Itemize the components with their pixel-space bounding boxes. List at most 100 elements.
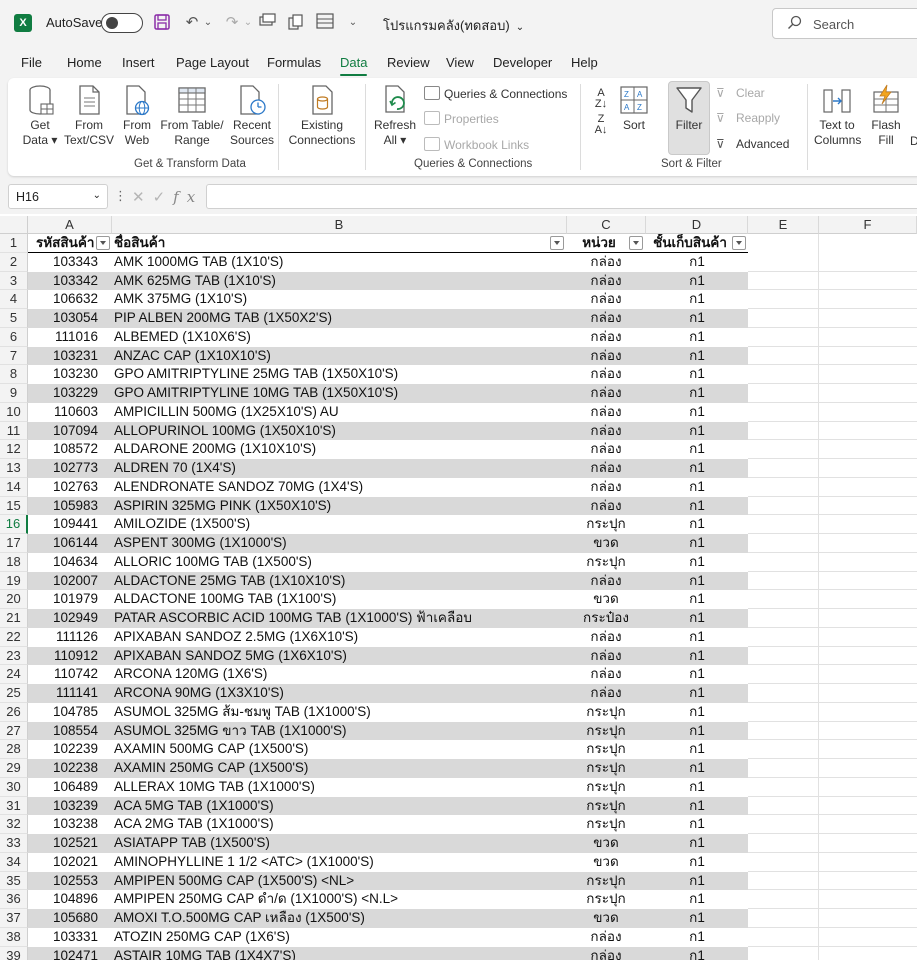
cell-unit[interactable]: กล่อง — [567, 253, 645, 272]
row-header[interactable]: 2 — [0, 252, 28, 272]
row-header[interactable]: 27 — [0, 721, 28, 741]
name-box[interactable]: H16 ⌄ — [8, 184, 108, 209]
cell-unit[interactable]: กล่อง — [567, 647, 645, 666]
tab-data[interactable]: Data — [340, 55, 368, 76]
cell-product-name[interactable]: AMOXI T.O.500MG CAP เหลือง (1X500'S) — [112, 909, 566, 928]
cell-unit[interactable]: กระปุก — [567, 797, 645, 816]
cell-shelf[interactable]: ก1 — [646, 665, 748, 684]
cell-product-code[interactable]: 108572 — [28, 440, 111, 459]
cell-shelf[interactable]: ก1 — [646, 384, 748, 403]
cell-product-name[interactable]: ALDACTONE 25MG TAB (1X10X10'S) — [112, 572, 566, 591]
cell-product-code[interactable]: 110912 — [28, 647, 111, 666]
cell-product-code[interactable]: 106144 — [28, 534, 111, 553]
row-header[interactable]: 14 — [0, 477, 28, 497]
cell-product-name[interactable]: AMK 625MG TAB (1X10'S) — [112, 272, 566, 291]
column-header-a[interactable]: A — [28, 216, 112, 234]
cell-shelf[interactable]: ก1 — [646, 347, 748, 366]
insert-function-icon[interactable]: fx — [173, 188, 203, 206]
row-header[interactable]: 17 — [0, 534, 28, 553]
cell-product-code[interactable]: 104896 — [28, 890, 111, 909]
cell-shelf[interactable]: ก1 — [646, 778, 748, 797]
cell-product-name[interactable]: ANZAC CAP (1X10X10'S) — [112, 347, 566, 366]
formula-input[interactable] — [206, 184, 917, 209]
cell-product-name[interactable]: AMPICILLIN 500MG (1X25X10'S) AU — [112, 403, 566, 422]
cell-product-code[interactable]: 102553 — [28, 872, 111, 891]
cell-shelf[interactable]: ก1 — [646, 853, 748, 872]
cell-product-name[interactable]: ALLERAX 10MG TAB (1X1000'S) — [112, 778, 566, 797]
cell-product-code[interactable]: 111016 — [28, 328, 111, 347]
cell-shelf[interactable]: ก1 — [646, 684, 748, 703]
tab-developer[interactable]: Developer — [493, 55, 552, 70]
redo-dropdown-icon[interactable]: ⌄ — [238, 13, 258, 33]
save-icon[interactable] — [152, 13, 172, 33]
cell-unit[interactable]: กล่อง — [567, 365, 645, 384]
get-data-button[interactable]: Get Data ▾ — [22, 84, 58, 148]
cell-product-name[interactable]: AMPIPEN 500MG CAP (1X500'S) <NL> — [112, 872, 566, 891]
cell-product-code[interactable]: 103239 — [28, 797, 111, 816]
row-header[interactable]: 29 — [0, 759, 28, 778]
cell-unit[interactable]: กระปุก — [567, 890, 645, 909]
cell-shelf[interactable]: ก1 — [646, 478, 748, 497]
cell-shelf[interactable]: ก1 — [646, 872, 748, 891]
cell-product-code[interactable]: 111141 — [28, 684, 111, 703]
cell-unit[interactable]: กล่อง — [567, 403, 645, 422]
sort-ascending-button[interactable]: A Z↓ — [590, 88, 612, 110]
cell-product-name[interactable]: ASUMOL 325MG ส้ม-ชมพู TAB (1X1000'S) — [112, 703, 566, 722]
search-box[interactable]: Search — [772, 8, 917, 39]
cell-product-name[interactable]: ALDARONE 200MG (1X10X10'S) — [112, 440, 566, 459]
cell-shelf[interactable]: ก1 — [646, 572, 748, 591]
cell-product-name[interactable]: ALDACTONE 100MG TAB (1X100'S) — [112, 590, 566, 609]
filter-dropdown-icon[interactable] — [550, 236, 564, 250]
cell-product-code[interactable]: 104634 — [28, 553, 111, 572]
tab-help[interactable]: Help — [571, 55, 598, 70]
cell-product-name[interactable]: ARCONA 120MG (1X6'S) — [112, 665, 566, 684]
row-header[interactable]: 25 — [0, 684, 28, 703]
cell-product-name[interactable]: ASPIRIN 325MG PINK (1X50X10'S) — [112, 497, 566, 516]
row-header[interactable]: 19 — [0, 571, 28, 591]
cell-unit[interactable]: กล่อง — [567, 328, 645, 347]
row-header[interactable]: 13 — [0, 459, 28, 478]
select-all-corner[interactable] — [0, 216, 28, 234]
column-header-b[interactable]: B — [112, 216, 567, 234]
enter-icon[interactable]: ✓ — [153, 189, 174, 206]
cell-shelf[interactable]: ก1 — [646, 515, 748, 534]
column-header-c[interactable]: C — [567, 216, 646, 234]
cell-shelf[interactable]: ก1 — [646, 553, 748, 572]
cell-product-code[interactable]: 102949 — [28, 609, 111, 628]
more-options-icon[interactable]: ⋮ — [114, 188, 127, 204]
cell-product-name[interactable]: AXAMIN 500MG CAP (1X500'S) — [112, 740, 566, 759]
tab-home[interactable]: Home — [67, 55, 102, 70]
cell-product-code[interactable]: 105680 — [28, 909, 111, 928]
filter-dropdown-icon[interactable] — [629, 236, 643, 250]
cell-product-name[interactable]: ASPENT 300MG (1X1000'S) — [112, 534, 566, 553]
cell-shelf[interactable]: ก1 — [646, 722, 748, 741]
cell-product-code[interactable]: 103054 — [28, 309, 111, 328]
filter-button[interactable]: Filter — [670, 84, 708, 133]
cell-product-name[interactable]: ASIATAPP TAB (1X500'S) — [112, 834, 566, 853]
cell-shelf[interactable]: ก1 — [646, 890, 748, 909]
cell-unit[interactable]: กระปุก — [567, 740, 645, 759]
row-header[interactable]: 37 — [0, 909, 28, 928]
row-header[interactable]: 38 — [0, 927, 28, 947]
cell-product-code[interactable]: 107094 — [28, 422, 111, 441]
cell-product-code[interactable]: 103343 — [28, 253, 111, 272]
cell-product-code[interactable]: 103331 — [28, 928, 111, 947]
cell-shelf[interactable]: ก1 — [646, 947, 748, 960]
cell-shelf[interactable]: ก1 — [646, 703, 748, 722]
cell-product-code[interactable]: 103229 — [28, 384, 111, 403]
print-preview-icon[interactable] — [258, 13, 278, 33]
cell-unit[interactable]: กระปุก — [567, 759, 645, 778]
cell-unit[interactable]: กล่อง — [567, 422, 645, 441]
row-header[interactable]: 8 — [0, 365, 28, 384]
from-text-csv-button[interactable]: From Text/CSV — [64, 84, 114, 148]
cell-unit[interactable]: กล่อง — [567, 459, 645, 478]
tab-formulas[interactable]: Formulas — [267, 55, 321, 70]
cell-product-code[interactable]: 105983 — [28, 497, 111, 516]
cell-shelf[interactable]: ก1 — [646, 309, 748, 328]
cell-shelf[interactable]: ก1 — [646, 909, 748, 928]
cell-shelf[interactable]: ก1 — [646, 459, 748, 478]
cell-unit[interactable]: กล่อง — [567, 628, 645, 647]
customize-toolbar-icon[interactable]: ⌄ — [343, 13, 363, 33]
cell-unit[interactable]: กล่อง — [567, 440, 645, 459]
cell-product-name[interactable]: ARCONA 90MG (1X3X10'S) — [112, 684, 566, 703]
